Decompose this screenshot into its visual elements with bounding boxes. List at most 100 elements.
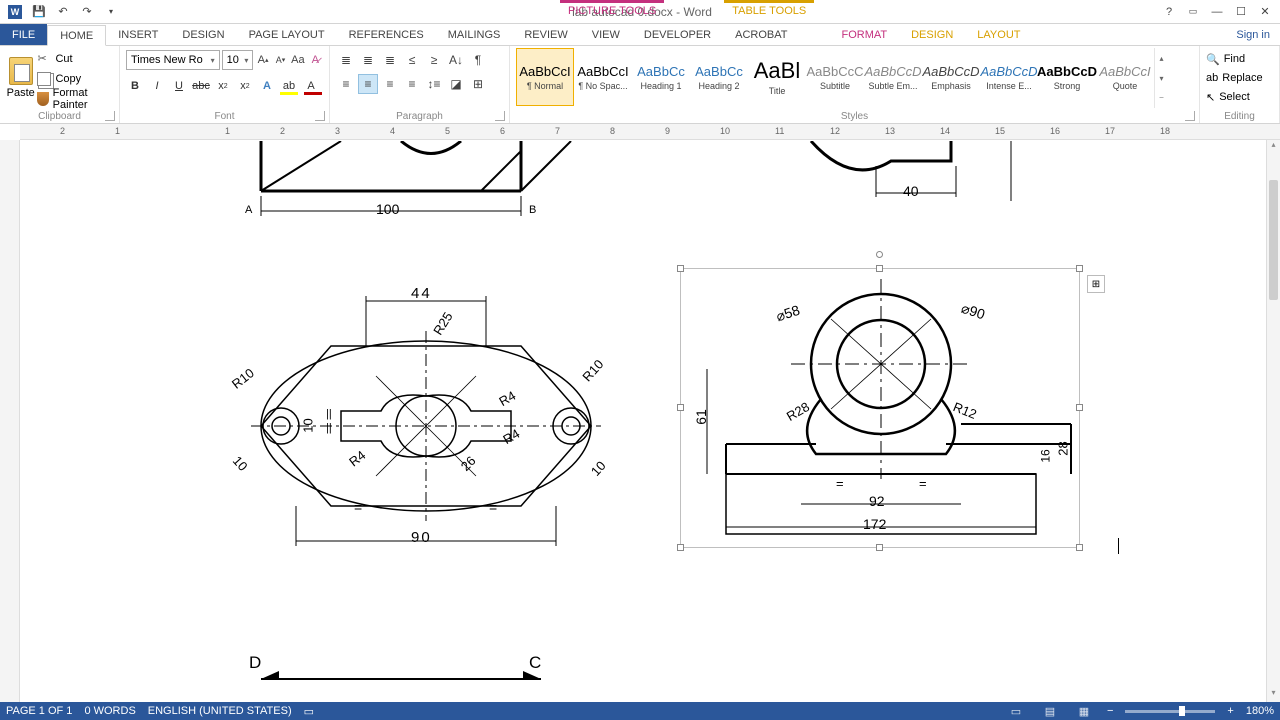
- resize-handle-sw[interactable]: [677, 544, 684, 551]
- style-heading1[interactable]: AaBbCcHeading 1: [632, 48, 690, 106]
- style-subtleem[interactable]: AaBbCcDSubtle Em...: [864, 48, 922, 106]
- tab-format[interactable]: FORMAT: [829, 24, 899, 45]
- tab-view[interactable]: VIEW: [580, 24, 632, 45]
- close-icon[interactable]: ✕: [1254, 2, 1276, 22]
- web-layout-icon[interactable]: ▦: [1073, 704, 1095, 718]
- macro-indicator[interactable]: ▭: [304, 705, 314, 718]
- maximize-icon[interactable]: ☐: [1230, 2, 1252, 22]
- resize-handle-w[interactable]: [677, 404, 684, 411]
- tab-acrobat[interactable]: ACROBAT: [723, 24, 799, 45]
- bold-button[interactable]: B: [126, 76, 144, 96]
- underline-button[interactable]: U: [170, 76, 188, 96]
- multilevel-button[interactable]: ≣: [380, 50, 400, 70]
- redo-icon[interactable]: ↷: [76, 2, 98, 22]
- line-spacing-button[interactable]: ↕≡: [424, 74, 444, 94]
- tab-table-design[interactable]: DESIGN: [899, 24, 965, 45]
- tab-mailings[interactable]: MAILINGS: [436, 24, 513, 45]
- tab-insert[interactable]: INSERT: [106, 24, 170, 45]
- figure-top-left[interactable]: A B 100: [220, 140, 640, 220]
- read-mode-icon[interactable]: ▭: [1005, 704, 1027, 718]
- tab-developer[interactable]: DEVELOPER: [632, 24, 723, 45]
- page-indicator[interactable]: PAGE 1 OF 1: [6, 705, 72, 717]
- font-launcher[interactable]: [315, 111, 325, 121]
- show-marks-button[interactable]: ¶: [468, 50, 488, 70]
- ribbon-options-icon[interactable]: ▭: [1182, 2, 1204, 22]
- shrink-font-button[interactable]: A▾: [273, 50, 288, 70]
- grow-font-button[interactable]: A▴: [255, 50, 270, 70]
- font-color-button[interactable]: A: [302, 76, 320, 96]
- tab-review[interactable]: REVIEW: [512, 24, 579, 45]
- undo-icon[interactable]: ↶: [52, 2, 74, 22]
- increase-indent-button[interactable]: ≥: [424, 50, 444, 70]
- superscript-button[interactable]: x2: [236, 76, 254, 96]
- resize-handle-nw[interactable]: [677, 265, 684, 272]
- style-nospac[interactable]: AaBbCcI¶ No Spac...: [574, 48, 632, 106]
- resize-handle-n[interactable]: [876, 265, 883, 272]
- style-emphasis[interactable]: AaBbCcDEmphasis: [922, 48, 980, 106]
- zoom-slider[interactable]: [1125, 710, 1215, 713]
- styles-scroll[interactable]: ▴▾⎯: [1154, 48, 1168, 108]
- zoom-in-button[interactable]: +: [1227, 705, 1233, 717]
- style-normal[interactable]: AaBbCcI¶ Normal: [516, 48, 574, 106]
- paragraph-launcher[interactable]: [495, 111, 505, 121]
- copy-button[interactable]: Copy: [35, 70, 113, 88]
- resize-handle-ne[interactable]: [1076, 265, 1083, 272]
- figure-mid-left[interactable]: 44 90 R25 R10 R10 R4 R4 R4 10 10 26 10 =…: [210, 270, 640, 560]
- find-button[interactable]: 🔍Find: [1206, 50, 1273, 68]
- italic-button[interactable]: I: [148, 76, 166, 96]
- sort-button[interactable]: A↓: [446, 50, 466, 70]
- style-quote[interactable]: AaBbCcIQuote: [1096, 48, 1154, 106]
- borders-button[interactable]: ⊞: [468, 74, 488, 94]
- highlight-button[interactable]: ab: [280, 76, 298, 96]
- styles-launcher[interactable]: [1185, 111, 1195, 121]
- layout-options-icon[interactable]: ⊞: [1087, 275, 1105, 293]
- tab-home[interactable]: HOME: [47, 25, 106, 46]
- figure-top-right[interactable]: 40: [780, 140, 1060, 210]
- scroll-thumb[interactable]: [1269, 180, 1278, 300]
- align-center-button[interactable]: ≡: [358, 74, 378, 94]
- zoom-thumb[interactable]: [1179, 706, 1185, 716]
- figure-bottom[interactable]: D C: [230, 650, 570, 680]
- font-family-select[interactable]: Times New Ro▾: [126, 50, 220, 70]
- print-layout-icon[interactable]: ▤: [1039, 704, 1061, 718]
- tab-file[interactable]: FILE: [0, 24, 47, 45]
- save-icon[interactable]: 💾: [28, 2, 50, 22]
- scroll-up-icon[interactable]: ▴: [1267, 140, 1280, 154]
- subscript-button[interactable]: x2: [214, 76, 232, 96]
- select-button[interactable]: ↖Select: [1206, 88, 1273, 106]
- rotate-handle[interactable]: [876, 251, 883, 258]
- document-area[interactable]: A B 100 40: [20, 140, 1266, 702]
- align-right-button[interactable]: ≡: [380, 74, 400, 94]
- style-title[interactable]: AaBlTitle: [748, 48, 806, 106]
- tab-page-layout[interactable]: PAGE LAYOUT: [237, 24, 337, 45]
- justify-button[interactable]: ≡: [402, 74, 422, 94]
- replace-button[interactable]: abReplace: [1206, 69, 1273, 87]
- resize-handle-s[interactable]: [876, 544, 883, 551]
- style-subtitle[interactable]: AaBbCcCSubtitle: [806, 48, 864, 106]
- style-heading2[interactable]: AaBbCcHeading 2: [690, 48, 748, 106]
- align-left-button[interactable]: ≡: [336, 74, 356, 94]
- figure-mid-right[interactable]: ⌀58 ⌀90 R28 R12 61 28 16 92 172 = = ⊞: [680, 268, 1080, 548]
- minimize-icon[interactable]: —: [1206, 2, 1228, 22]
- clear-format-button[interactable]: A̷: [308, 50, 323, 70]
- tab-design[interactable]: DESIGN: [170, 24, 236, 45]
- cut-button[interactable]: ✂Cut: [35, 50, 113, 68]
- zoom-out-button[interactable]: −: [1107, 705, 1113, 717]
- vertical-scrollbar[interactable]: ▴ ▾: [1266, 140, 1280, 702]
- qat-dropdown-icon[interactable]: ▾: [100, 2, 122, 22]
- bullets-button[interactable]: ≣: [336, 50, 356, 70]
- resize-handle-se[interactable]: [1076, 544, 1083, 551]
- horizontal-ruler[interactable]: 21123456789101112131415161718: [20, 124, 1280, 140]
- zoom-level[interactable]: 180%: [1246, 705, 1274, 717]
- word-icon[interactable]: W: [4, 2, 26, 22]
- paste-button[interactable]: Paste: [6, 48, 35, 108]
- style-intensee[interactable]: AaBbCcDIntense E...: [980, 48, 1038, 106]
- help-icon[interactable]: ?: [1158, 2, 1180, 22]
- clipboard-launcher[interactable]: [105, 111, 115, 121]
- text-effects-button[interactable]: A: [258, 76, 276, 96]
- vertical-ruler[interactable]: [0, 140, 20, 702]
- tab-table-layout[interactable]: LAYOUT: [965, 24, 1032, 45]
- tab-references[interactable]: REFERENCES: [337, 24, 436, 45]
- font-size-select[interactable]: 10▾: [222, 50, 254, 70]
- strikethrough-button[interactable]: abc: [192, 76, 210, 96]
